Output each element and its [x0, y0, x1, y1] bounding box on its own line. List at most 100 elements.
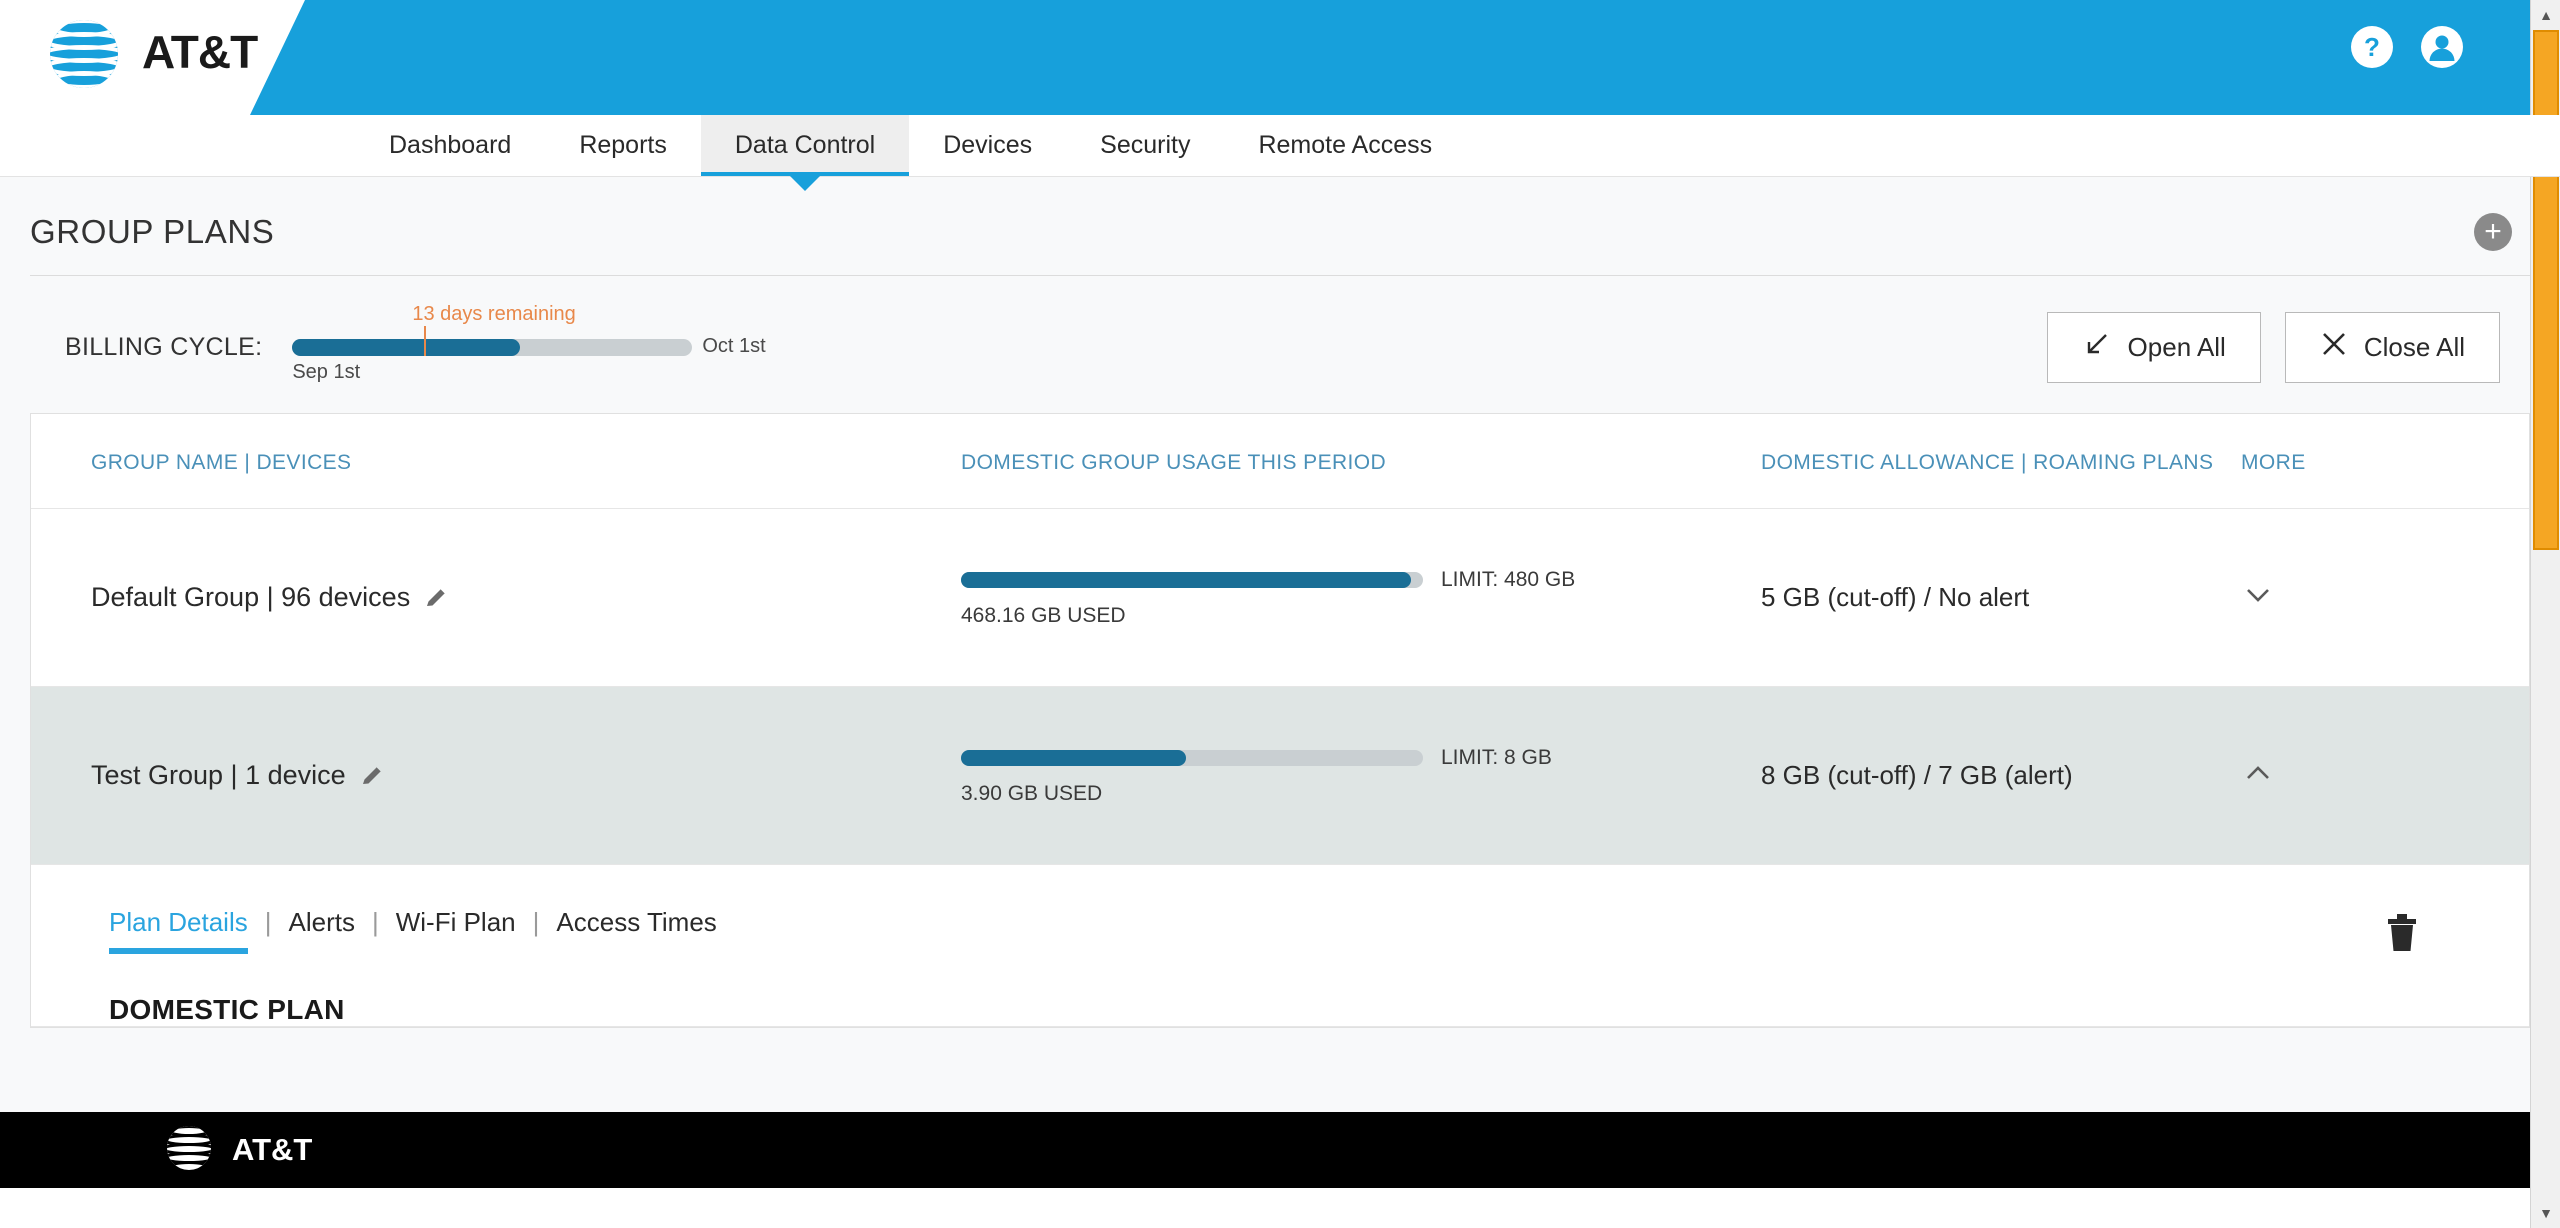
usage-used-label: 468.16 GB USED [961, 603, 1126, 627]
account-circle-icon[interactable] [2419, 24, 2465, 70]
usage-limit-label: LIMIT: 8 GB [1441, 745, 1552, 769]
column-header-allowance-roaming[interactable]: DOMESTIC ALLOWANCE | ROAMING PLANS [1761, 448, 2241, 478]
nav-label: Reports [579, 131, 667, 159]
open-all-label: Open All [2127, 332, 2226, 362]
usage-fill [961, 571, 1412, 588]
billing-progress-fill [292, 339, 521, 356]
table-header-row: GROUP NAME | DEVICES DOMESTIC GROUP USAG… [31, 414, 2529, 510]
usage-bar-line: LIMIT: 8 GB [961, 746, 1761, 770]
footer-att-wordmark: AT&T [232, 1132, 313, 1167]
page-title: GROUP PLANS [30, 213, 275, 250]
page-title-row: GROUP PLANS + [30, 177, 2530, 276]
main-navigation: Dashboard Reports Data Control Devices S… [0, 115, 2560, 177]
close-all-button[interactable]: Close All [2284, 312, 2500, 383]
usage-bar-line: LIMIT: 480 GB [961, 568, 1761, 592]
nav-label: Dashboard [389, 131, 512, 159]
days-remaining-label: 13 days remaining [412, 303, 576, 325]
cell-more [2241, 756, 2421, 795]
column-header-domestic-usage[interactable]: DOMESTIC GROUP USAGE THIS PERIOD [961, 448, 1761, 478]
allowance-value: 5 GB (cut-off) / No alert [1761, 582, 2030, 613]
trash-icon[interactable] [2385, 913, 2419, 953]
plan-subtabs: Plan Details | Alerts | Wi-Fi Plan | Acc… [109, 907, 2529, 955]
nav-item-reports[interactable]: Reports [545, 115, 701, 176]
table-row[interactable]: Test Group | 1 device LIMIT: 8 GB 3.90 G… [31, 687, 2529, 866]
column-header-group-name[interactable]: GROUP NAME | DEVICES [31, 448, 961, 478]
group-plans-table: GROUP NAME | DEVICES DOMESTIC GROUP USAG… [30, 413, 2530, 1029]
billing-start-date: Sep 1st [292, 361, 361, 383]
nav-item-remote-access[interactable]: Remote Access [1224, 115, 1466, 176]
nav-item-dashboard[interactable]: Dashboard [355, 115, 545, 176]
main-content: GROUP PLANS + BILLING CYCLE: 13 days rem… [0, 177, 2560, 1137]
bulk-actions: Open All Close All [2046, 312, 2530, 383]
usage-used-label: 3.90 GB USED [961, 781, 1103, 805]
column-header-more[interactable]: MORE [2241, 448, 2421, 478]
usage-meter: LIMIT: 480 GB 468.16 GB USED [961, 568, 1761, 628]
subtab-separator: | [371, 907, 379, 938]
subtab-separator: | [264, 907, 272, 938]
edit-pencil-icon[interactable] [360, 763, 386, 789]
cell-allowance: 8 GB (cut-off) / 7 GB (alert) [1761, 760, 2241, 791]
nav-item-devices[interactable]: Devices [909, 115, 1066, 176]
close-all-label: Close All [2363, 332, 2465, 362]
att-globe-icon [40, 8, 128, 96]
nav-item-security[interactable]: Security [1066, 115, 1224, 176]
usage-track [961, 571, 1423, 588]
group-name-text: Test Group | 1 device [91, 760, 346, 791]
nav-label: Data Control [734, 131, 876, 159]
billing-end-date: Oct 1st [702, 335, 766, 357]
usage-track [961, 749, 1423, 766]
billing-cycle-bar: 13 days remaining Oct 1st Sep 1st [292, 303, 766, 383]
cell-domestic-usage: LIMIT: 480 GB 468.16 GB USED [961, 568, 1761, 628]
att-wordmark: AT&T [142, 26, 258, 78]
open-all-button[interactable]: Open All [2046, 312, 2261, 383]
app-footer: AT&T [0, 1112, 2560, 1188]
svg-text:?: ? [2364, 32, 2380, 62]
open-all-icon [2082, 329, 2112, 366]
chevron-down-icon[interactable] [2241, 589, 2275, 616]
vertical-scrollbar[interactable]: ▲ ▼ [2530, 0, 2560, 1228]
group-name-value: Test Group | 1 device [91, 760, 961, 791]
usage-limit-label: LIMIT: 480 GB [1441, 567, 1576, 591]
expanded-plan-panel: Plan Details | Alerts | Wi-Fi Plan | Acc… [31, 865, 2529, 1028]
cell-allowance: 5 GB (cut-off) / No alert [1761, 582, 2241, 613]
billing-progress-track: Oct 1st [292, 326, 766, 357]
usage-fill [961, 749, 1187, 766]
chevron-up-icon[interactable] [2241, 766, 2275, 794]
header-icon-group: ? [2349, 24, 2465, 70]
nav-item-data-control[interactable]: Data Control [700, 115, 910, 176]
subtab-plan-details[interactable]: Plan Details [109, 907, 248, 955]
header-blue-band [250, 0, 2560, 115]
app-header: AT&T ? [0, 0, 2560, 115]
group-name-text: Default Group | 96 devices [91, 582, 411, 613]
billing-cycle-row: BILLING CYCLE: 13 days remaining Oct 1st… [30, 276, 2530, 413]
subtab-separator: | [532, 907, 540, 938]
scroll-up-arrow-icon[interactable]: ▲ [2531, 0, 2560, 30]
edit-pencil-icon[interactable] [424, 585, 450, 611]
domestic-plan-heading: DOMESTIC PLAN [109, 994, 345, 1026]
usage-meter: LIMIT: 8 GB 3.90 GB USED [961, 746, 1761, 806]
close-icon [2320, 330, 2348, 365]
add-group-plan-button[interactable]: + [2474, 213, 2512, 251]
cell-group-name: Test Group | 1 device [31, 760, 961, 791]
cell-group-name: Default Group | 96 devices [31, 582, 961, 613]
app-window: AT&T ? Dashboard Reports Data Control De… [0, 0, 2560, 1228]
allowance-value: 8 GB (cut-off) / 7 GB (alert) [1761, 760, 2073, 791]
billing-cycle-group: BILLING CYCLE: 13 days remaining Oct 1st… [30, 303, 766, 383]
billing-cycle-marker [424, 326, 427, 356]
subtab-access-times[interactable]: Access Times [556, 907, 716, 954]
scroll-down-arrow-icon[interactable]: ▼ [2531, 1198, 2560, 1228]
group-name-value: Default Group | 96 devices [91, 582, 961, 613]
nav-label: Security [1100, 131, 1191, 159]
help-circle-icon[interactable]: ? [2349, 24, 2395, 70]
table-row[interactable]: Default Group | 96 devices LIMIT: 480 GB… [31, 509, 2529, 688]
subtab-alerts[interactable]: Alerts [289, 907, 355, 954]
nav-label: Devices [943, 131, 1033, 159]
bottom-white-strip [0, 1188, 2530, 1228]
cell-more [2241, 578, 2421, 617]
billing-cycle-label: BILLING CYCLE: [65, 333, 263, 361]
subtab-wifi-plan[interactable]: Wi-Fi Plan [396, 907, 516, 954]
plan-subtabs-row: Plan Details | Alerts | Wi-Fi Plan | Acc… [31, 865, 2529, 955]
att-logo[interactable]: AT&T [40, 8, 258, 96]
cell-domestic-usage: LIMIT: 8 GB 3.90 GB USED [961, 746, 1761, 806]
scrollbar-thumb[interactable] [2533, 30, 2559, 550]
